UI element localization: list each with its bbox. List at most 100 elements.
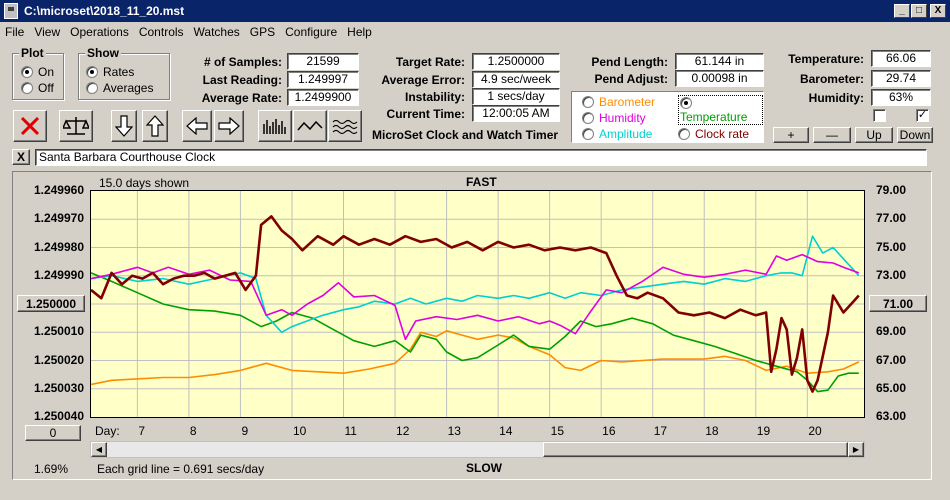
series-barometer-radio[interactable]: Barometer (582, 95, 655, 109)
left-tick-label: 1.249970 (33, 211, 84, 226)
radio-dot-icon (582, 96, 594, 108)
window-title: C:\microset\2018_11_20.mst (24, 4, 185, 18)
series-selector: Barometer Temperature Humidity Amplitude… (571, 91, 764, 143)
zero-button[interactable]: 0 (25, 425, 81, 441)
left-tick-label: 1.249990 (33, 267, 84, 282)
percent-label: 1.69% (34, 462, 69, 476)
show-rates-radio[interactable]: Rates (86, 65, 134, 79)
average-error-value: 4.9 sec/week (472, 71, 560, 88)
radio-dot-icon (678, 128, 690, 140)
balance-button[interactable] (59, 110, 93, 142)
samples-value: 21599 (287, 53, 359, 70)
bar-graph-icon (263, 119, 286, 134)
menu-bar: File View Operations Controls Watches GPS Conf… (0, 22, 950, 42)
menu-controls[interactable]: Controls (134, 22, 189, 42)
checkbox-right[interactable]: ✓ (916, 109, 929, 122)
left-tick-label: 1.250030 (33, 380, 84, 395)
noise-view-button[interactable] (328, 110, 362, 142)
current-time-label: Current Time: (386, 107, 465, 121)
horizontal-scrollbar[interactable]: ◀ ▶ (90, 441, 865, 458)
menu-view[interactable]: View (29, 22, 65, 42)
cancel-button[interactable] (13, 110, 47, 142)
checkbox-left[interactable] (873, 109, 886, 122)
right-tick-label[interactable]: 71.00 (869, 295, 927, 312)
plot-area (90, 190, 865, 418)
series-clock-rate-radio[interactable]: Clock rate (678, 127, 749, 141)
noise-wave-icon (332, 119, 358, 135)
x-tick-label: 12 (396, 424, 410, 438)
x-tick-label: 18 (705, 424, 719, 438)
pend-length-label: Pend Length: (591, 55, 668, 69)
up-arrow-button[interactable] (142, 110, 168, 142)
left-tick-label[interactable]: 1.250000 (17, 295, 85, 312)
left-tick-label: 1.250020 (33, 352, 84, 367)
x-tick-label: 14 (499, 424, 513, 438)
left-tick-label: 1.250010 (33, 324, 84, 339)
series-humidity-radio[interactable]: Humidity (582, 111, 646, 125)
down-button[interactable]: Down (897, 127, 933, 143)
right-tick-label: 69.00 (876, 324, 907, 339)
bars-view-button[interactable] (258, 110, 292, 142)
red-x-icon (20, 116, 40, 136)
show-averages-radio[interactable]: Averages (86, 81, 153, 95)
last-reading-value: 1.249997 (287, 71, 359, 88)
right-tick-label: 75.00 (876, 239, 907, 254)
minus-button[interactable]: — (813, 127, 851, 143)
plot-off-radio[interactable]: Off (21, 81, 54, 95)
x-tick-label: 15 (550, 424, 564, 438)
show-group: Show Rates Averages (78, 46, 170, 100)
series-temperature-radio[interactable]: Temperature (678, 95, 763, 125)
note-clear-button[interactable]: X (12, 149, 30, 165)
maximize-button[interactable]: □ (911, 4, 927, 18)
right-arrow-button[interactable] (214, 110, 244, 142)
right-tick-label: 63.00 (876, 409, 907, 423)
up-button[interactable]: Up (855, 127, 893, 143)
x-tick-label: 11 (344, 424, 357, 438)
menu-watches[interactable]: Watches (189, 22, 245, 42)
series-amplitude-radio[interactable]: Amplitude (582, 127, 652, 141)
x-axis-prefix: Day: (95, 424, 120, 438)
right-tick-label: 77.00 (876, 211, 907, 226)
triangle-left-icon: ◀ (95, 445, 103, 454)
x-tick-label: 20 (808, 424, 822, 438)
menu-operations[interactable]: Operations (65, 22, 134, 42)
arrow-up-icon (146, 115, 164, 137)
scroll-right-button[interactable]: ▶ (848, 442, 864, 457)
plus-button[interactable]: + (773, 127, 809, 143)
note-input[interactable]: Santa Barbara Courthouse Clock (35, 149, 927, 166)
down-arrow-button[interactable] (111, 110, 137, 142)
plot-on-radio[interactable]: On (21, 65, 54, 79)
app-caption: MicroSet Clock and Watch Timer (372, 128, 559, 142)
radio-dot-icon (86, 82, 98, 94)
last-reading-label: Last Reading: (202, 73, 282, 87)
x-tick-label: 10 (292, 424, 307, 438)
grid-note: Each grid line = 0.691 secs/day (97, 462, 265, 476)
wave-view-button[interactable] (293, 110, 327, 142)
radio-dot-icon (21, 82, 33, 94)
right-tick-label: 65.00 (876, 380, 907, 395)
app-icon (4, 3, 18, 19)
menu-gps[interactable]: GPS (245, 22, 280, 42)
right-tick-label: 79.00 (876, 183, 907, 197)
menu-configure[interactable]: Configure (280, 22, 342, 42)
minimize-button[interactable]: _ (894, 4, 910, 18)
x-tick-label: 9 (241, 424, 249, 438)
fast-label: FAST (466, 175, 497, 189)
scroll-thumb[interactable] (543, 442, 848, 457)
plot-group: Plot On Off (12, 46, 64, 100)
menu-file[interactable]: File (0, 22, 29, 42)
target-rate-value: 1.2500000 (472, 53, 560, 70)
right-tick-label: 67.00 (876, 352, 907, 367)
humidity-value: 63% (871, 89, 931, 106)
scroll-left-button[interactable]: ◀ (91, 442, 107, 457)
x-tick-label: 7 (138, 424, 146, 438)
close-button[interactable]: X (930, 4, 946, 18)
humidity-label: Humidity: (808, 91, 864, 105)
chart-svg (91, 191, 864, 417)
x-tick-label: 16 (602, 424, 616, 438)
radio-dot-icon (86, 66, 98, 78)
temperature-label: Temperature: (788, 52, 864, 66)
scroll-track[interactable] (107, 442, 543, 457)
menu-help[interactable]: Help (342, 22, 377, 42)
left-arrow-button[interactable] (182, 110, 212, 142)
